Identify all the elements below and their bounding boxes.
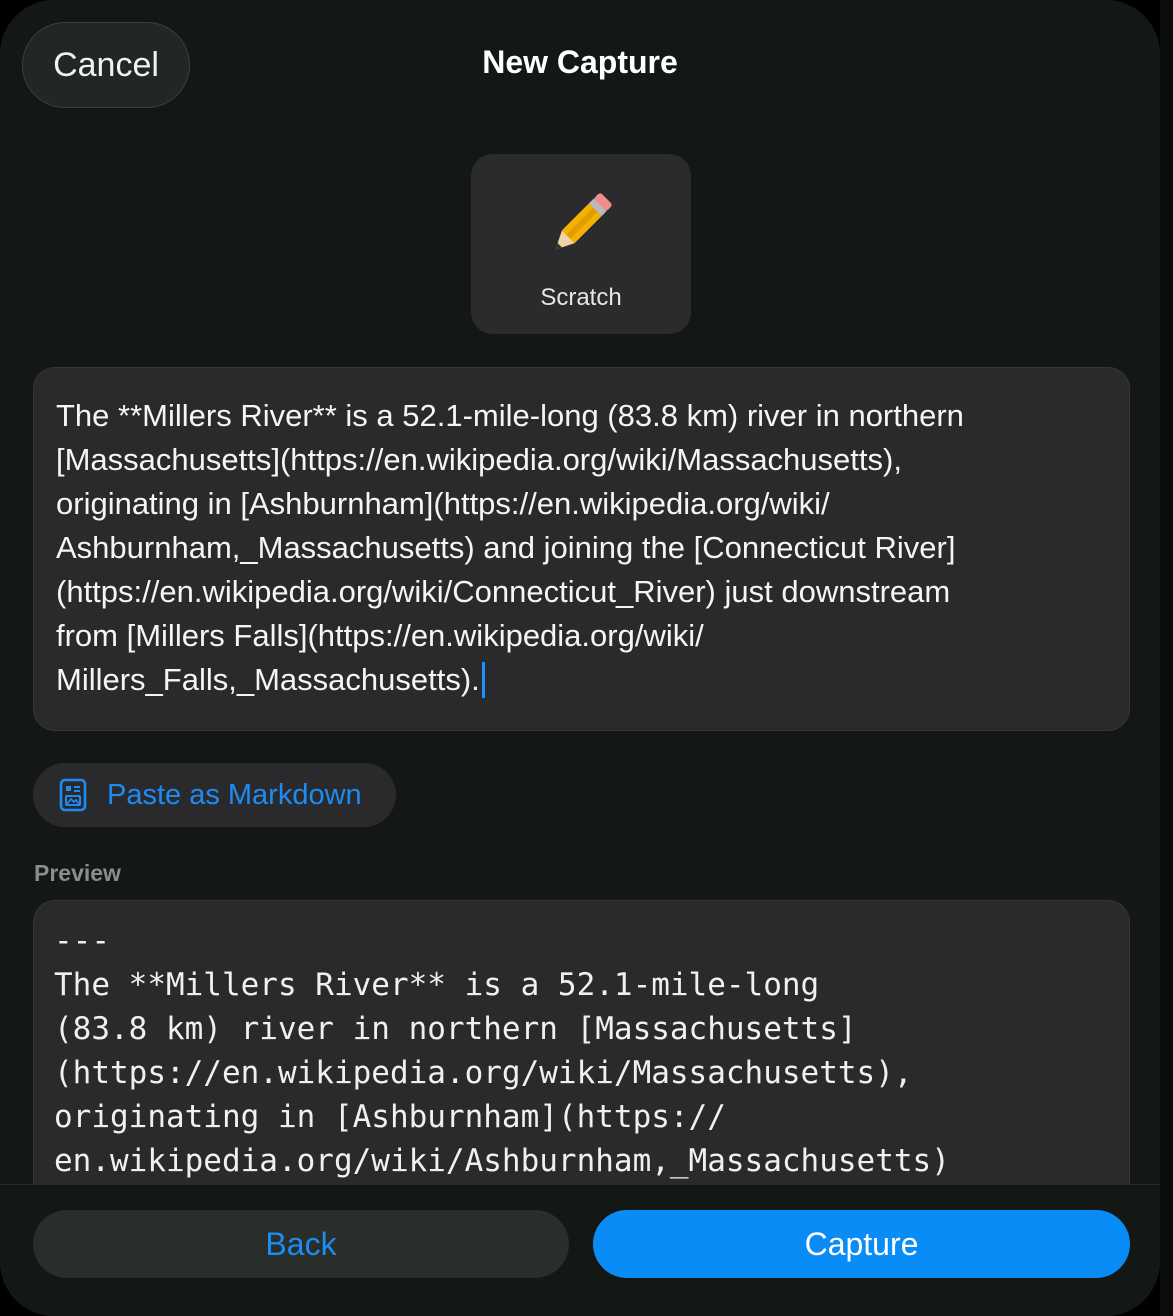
window-edge: [1160, 0, 1173, 1316]
preview-content: --- The **Millers River** is a 52.1-mile…: [54, 919, 1109, 1183]
preview-heading: Preview: [34, 860, 121, 886]
sheet-title: New Capture: [482, 44, 678, 80]
capture-type-label: Scratch: [540, 284, 622, 311]
capture-text-editor[interactable]: The **Millers River** is a 52.1-mile-lon…: [33, 367, 1130, 731]
editor-line: The **Millers River** is a 52.1-mile-lon…: [56, 398, 964, 433]
editor-line: Ashburnham,_Massachusetts) and joining t…: [56, 530, 956, 565]
paste-as-markdown-label: Paste as Markdown: [107, 778, 362, 811]
text-caret: [481, 662, 485, 698]
editor-line: from [Millers Falls](https://en.wikipedi…: [56, 618, 704, 653]
capture-type-scratch[interactable]: Scratch: [471, 154, 691, 334]
preview-line: (https://en.wikipedia.org/wiki/Massachus…: [54, 1055, 913, 1091]
preview-line: (83.8 km) river in northern [Massachuset…: [54, 1011, 857, 1047]
preview-line: en.wikipedia.org/wiki/Ashburnham,_Massac…: [54, 1143, 950, 1179]
pencil-icon: [555, 193, 612, 250]
editor-line: originating in [Ashburnham](https://en.w…: [56, 486, 830, 521]
paste-as-markdown-button[interactable]: Paste as Markdown: [33, 763, 396, 827]
back-button[interactable]: Back: [33, 1210, 569, 1278]
capture-button[interactable]: Capture: [593, 1210, 1130, 1278]
bottom-action-bar: Back Capture: [0, 1184, 1160, 1316]
preview-line: The **Millers River** is a 52.1-mile-lon…: [54, 967, 820, 1003]
editor-line: [Massachusetts](https://en.wikipedia.org…: [56, 442, 902, 477]
editor-line: (https://en.wikipedia.org/wiki/Connectic…: [56, 574, 951, 609]
preview-line: ---: [54, 923, 110, 959]
new-capture-sheet: Cancel New Capture Scratch The **Millers…: [0, 0, 1160, 1316]
editor-line: Millers_Falls,_Massachusetts).: [56, 662, 480, 697]
editor-content: The **Millers River** is a 52.1-mile-lon…: [56, 394, 1107, 702]
paste-markdown-icon: [59, 778, 87, 812]
preview-line: originating in [Ashburnham](https://: [54, 1099, 726, 1135]
